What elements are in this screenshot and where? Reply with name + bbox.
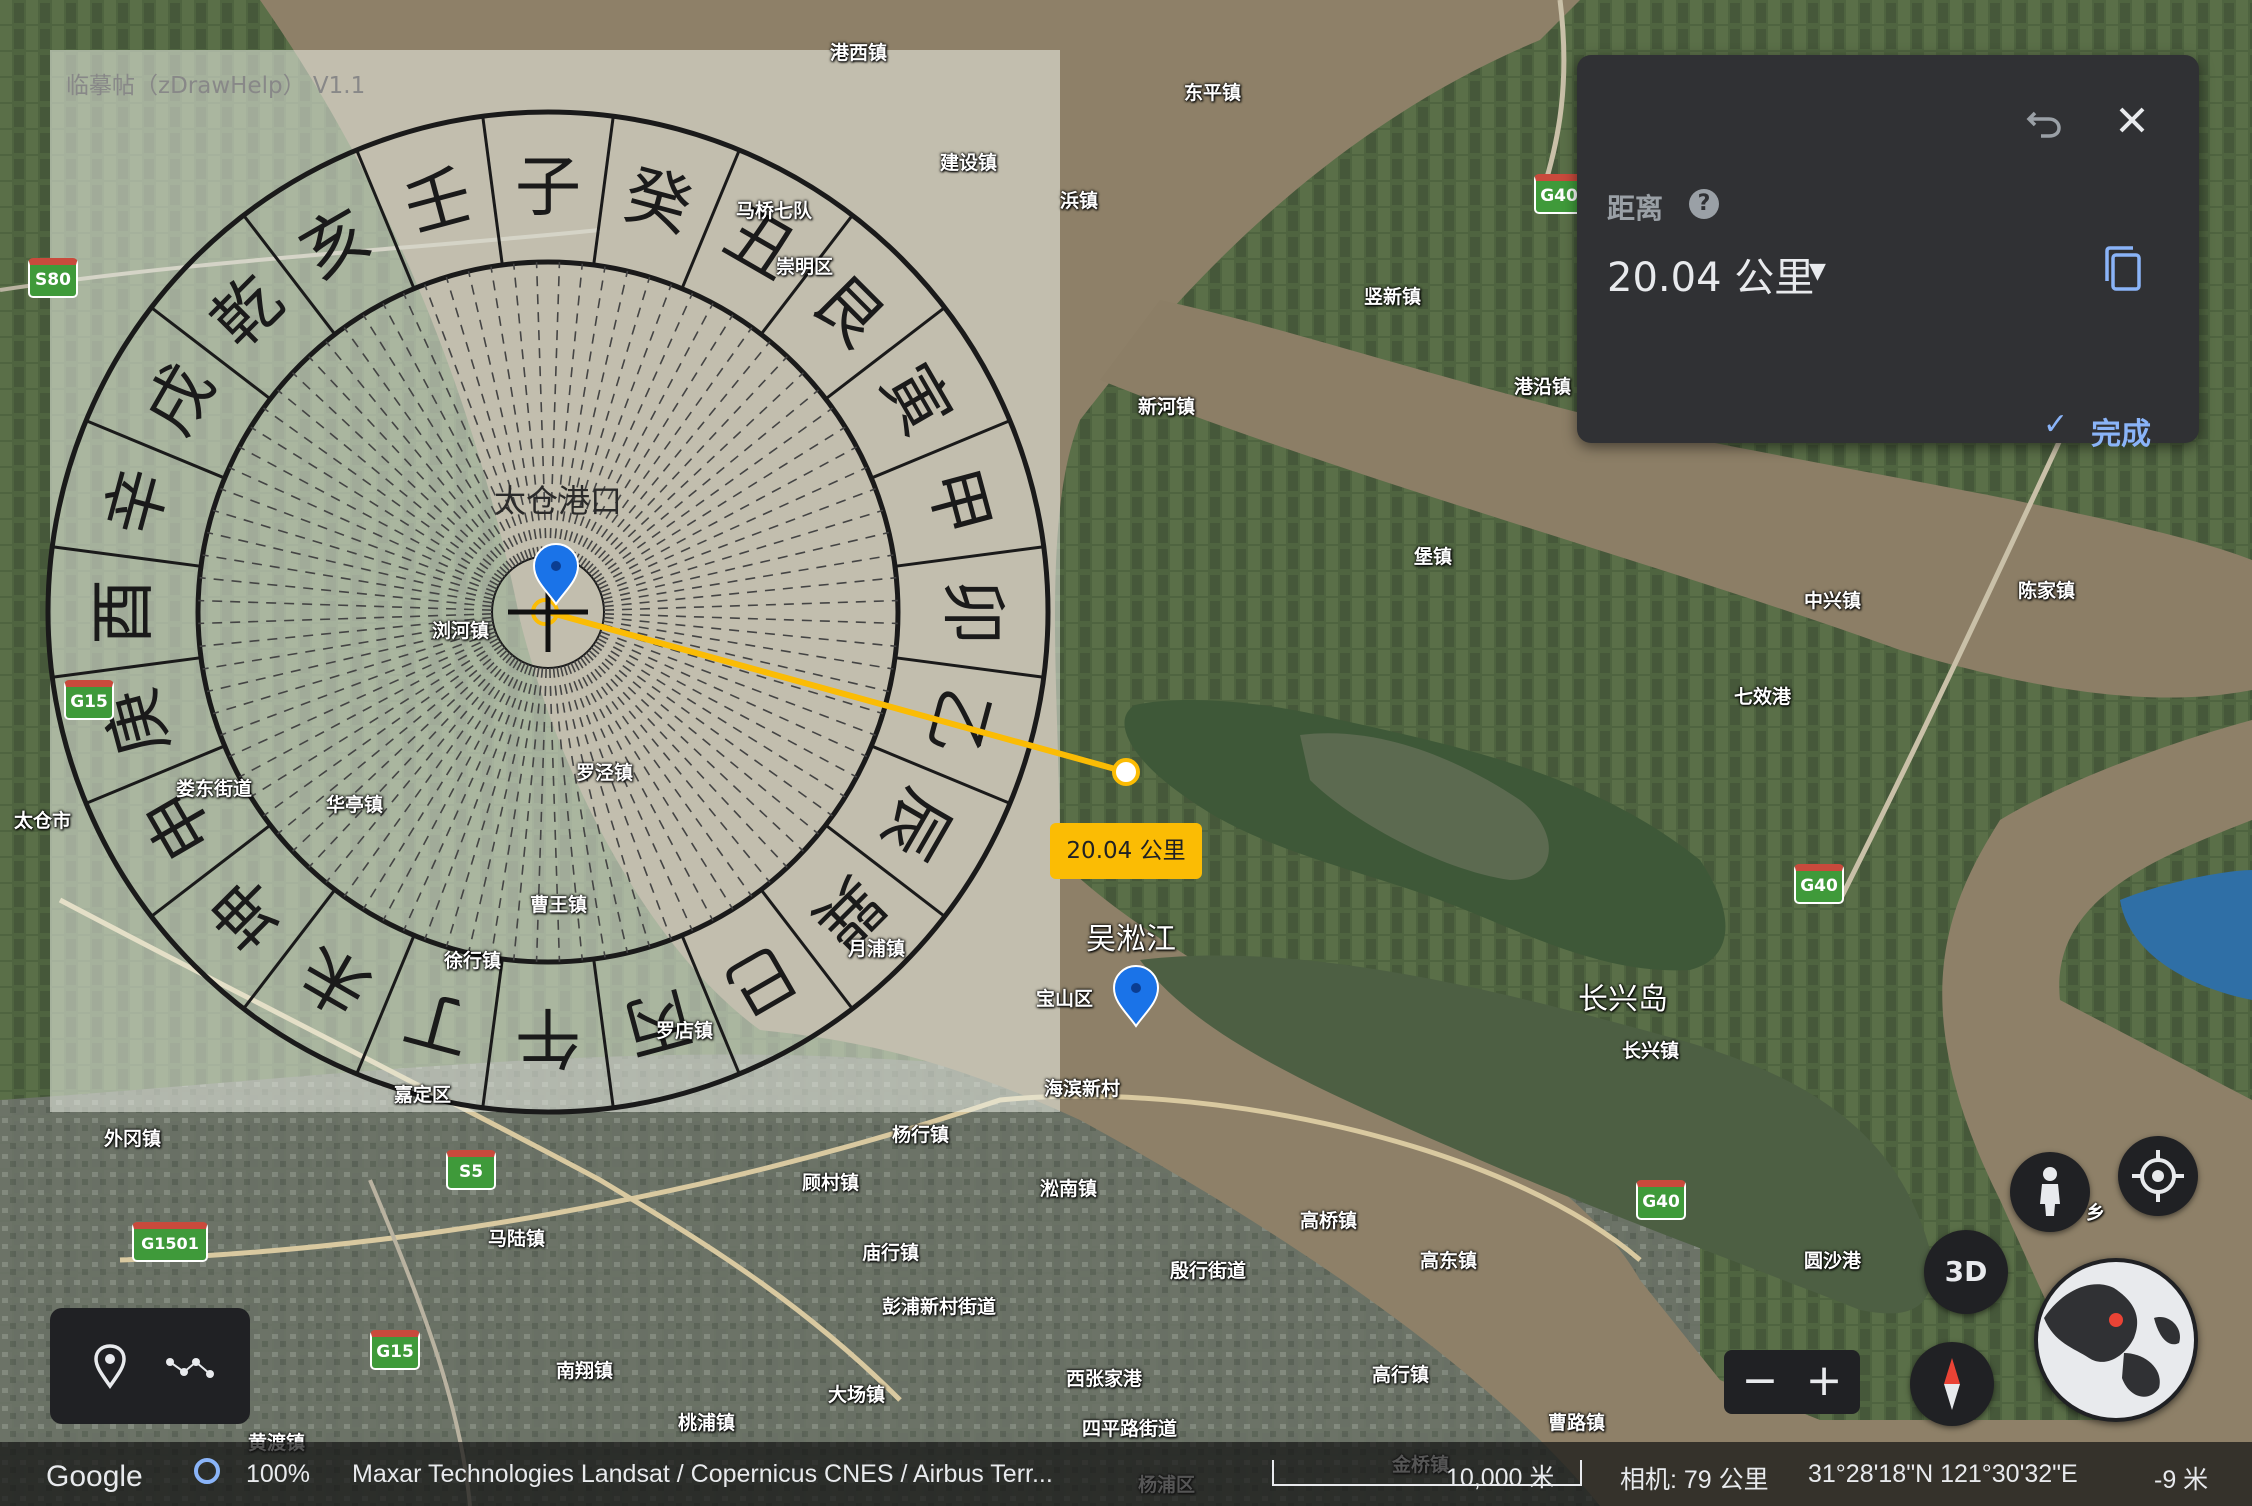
google-logo: Google (46, 1460, 143, 1493)
map-place-label[interactable]: 嘉定区 (394, 1080, 451, 1107)
3d-button[interactable]: 3D (1924, 1230, 2008, 1314)
highway-shield: S5 (446, 1150, 496, 1190)
map-place-label[interactable]: 淞南镇 (1040, 1174, 1097, 1201)
map-place-label[interactable]: 殷行街道 (1170, 1256, 1246, 1283)
help-icon[interactable]: ? (1689, 189, 1719, 219)
compass-icon (1944, 1358, 1960, 1410)
attribution[interactable]: Maxar Technologies Landsat / Copernicus … (352, 1460, 1053, 1489)
map-place-label[interactable]: 高东镇 (1420, 1246, 1477, 1273)
map-place-label[interactable]: 大场镇 (828, 1380, 885, 1407)
map-place-label[interactable]: 徐行镇 (444, 946, 501, 973)
zoom-control: − + (1724, 1350, 1860, 1414)
map-place-label[interactable]: 崇明区 (776, 252, 833, 279)
elevation: -9 米 (2154, 1466, 2209, 1494)
map-place-label[interactable]: 圆沙港 (1804, 1246, 1861, 1273)
distance-chip: 20.04 公里 (1050, 823, 1202, 879)
distance-value[interactable]: 20.04 公里 (1607, 245, 1814, 303)
map-place-label[interactable]: 曹王镇 (530, 890, 587, 917)
measure-distance-panel: 距离 ? 20.04 公里 ▼ ✓ 完成 (1577, 55, 2199, 452)
status-bar: Google 100% Maxar Technologies Landsat /… (0, 1442, 2252, 1506)
map-place-label[interactable]: 西张家港 (1066, 1364, 1142, 1391)
map-place-label[interactable]: 高桥镇 (1300, 1206, 1357, 1233)
map-place-label[interactable]: 港西镇 (830, 38, 887, 65)
map-region-label[interactable]: 长兴岛 (1578, 974, 1668, 1018)
map-place-label[interactable]: 南翔镇 (556, 1356, 613, 1383)
map-place-label[interactable]: 宝山区 (1036, 984, 1093, 1011)
coordinates: 31°28'18"N 121°30'32"E (1808, 1460, 2078, 1488)
map-place-label[interactable]: 高行镇 (1372, 1360, 1429, 1387)
path-icon[interactable] (162, 1342, 218, 1390)
pegman-button[interactable] (2010, 1152, 2090, 1232)
map-place-label[interactable]: 新河镇 (1138, 392, 1195, 419)
zoom-in-button[interactable]: + (1794, 1350, 1854, 1412)
map-place-label[interactable]: 海滨新村 (1044, 1074, 1120, 1101)
my-location-icon (2132, 1150, 2184, 1202)
zoom-out-button[interactable]: − (1730, 1350, 1790, 1412)
map-region-label[interactable]: 吴淞江 (1086, 914, 1176, 958)
scale-label: 10,000 米 (1446, 1464, 1555, 1492)
map-place-label[interactable]: 桃浦镇 (678, 1408, 735, 1435)
map-place-label[interactable]: 竖新镇 (1364, 282, 1421, 309)
map-place-label[interactable]: 中兴镇 (1804, 586, 1861, 613)
3d-label: 3D (1944, 1255, 1988, 1288)
map-place-label[interactable]: 彭浦新村街道 (882, 1292, 996, 1319)
map-place-label[interactable]: 顾村镇 (802, 1168, 859, 1195)
map-place-label[interactable]: 外冈镇 (104, 1124, 161, 1151)
map-place-label[interactable]: 堡镇 (1414, 542, 1452, 569)
map-place-label[interactable]: 浏河镇 (432, 616, 489, 643)
tracing-overlay[interactable] (50, 50, 1060, 1112)
undo-icon[interactable] (2019, 95, 2069, 145)
caret-down-icon[interactable]: ▼ (1809, 259, 1826, 284)
map-place-label[interactable]: 娄东街道 (176, 774, 252, 801)
globe-button[interactable] (2034, 1258, 2198, 1422)
map-place-label[interactable]: 长兴镇 (1622, 1036, 1679, 1063)
compass-button[interactable] (1910, 1342, 1994, 1426)
map-place-label[interactable]: 月浦镇 (848, 934, 905, 961)
highway-shield: S80 (28, 258, 78, 298)
copy-icon[interactable] (2103, 245, 2147, 295)
map-place-label[interactable]: 陈家镇 (2018, 576, 2075, 603)
pegman-icon (2040, 1167, 2060, 1216)
map-place-label[interactable]: 庙行镇 (862, 1238, 919, 1265)
map-place-label[interactable]: 罗泾镇 (576, 758, 633, 785)
drawing-toolbar (50, 1308, 250, 1424)
map-place-label[interactable]: 罗店镇 (656, 1016, 713, 1043)
place-pin-icon[interactable] (88, 1342, 132, 1390)
globe-icon (2038, 1262, 2194, 1418)
map-place-label[interactable]: 马陆镇 (488, 1224, 545, 1251)
map-place-label[interactable]: 七效港 (1734, 682, 1791, 709)
done-button[interactable]: 完成 (2091, 409, 2151, 453)
map-place-label[interactable]: 太仓市 (14, 806, 71, 833)
highway-shield: G40 (1794, 864, 1844, 904)
map-place-label[interactable]: 曹路镇 (1548, 1408, 1605, 1435)
highway-shield: G15 (64, 680, 114, 720)
map-place-label[interactable]: 四平路街道 (1082, 1414, 1177, 1441)
map-place-label[interactable]: 港沿镇 (1514, 372, 1571, 399)
highway-shield: G1501 (132, 1222, 208, 1262)
check-icon: ✓ (2043, 407, 2069, 442)
highway-shield: G40 (1636, 1180, 1686, 1220)
map-place-label[interactable]: 杨行镇 (892, 1120, 949, 1147)
map-place-label[interactable]: 华亭镇 (326, 790, 383, 817)
highway-shield: G15 (370, 1330, 420, 1370)
camera-altitude: 相机: 79 公里 (1620, 1466, 1769, 1494)
map-place-label[interactable]: 东平镇 (1184, 78, 1241, 105)
my-location-button[interactable] (2118, 1136, 2198, 1216)
map-place-label[interactable]: 马桥七队 (736, 196, 812, 223)
map-place-label[interactable]: 建设镇 (940, 148, 997, 175)
distance-label: 距离 (1607, 192, 1664, 225)
map-place-label[interactable]: 浜镇 (1060, 186, 1098, 213)
loading-ring-icon (194, 1458, 220, 1484)
zoom-percent: 100% (246, 1460, 310, 1488)
close-icon[interactable] (2107, 95, 2157, 145)
overlay-title: 临摹帖（zDrawHelp） V1.1 (66, 73, 366, 99)
